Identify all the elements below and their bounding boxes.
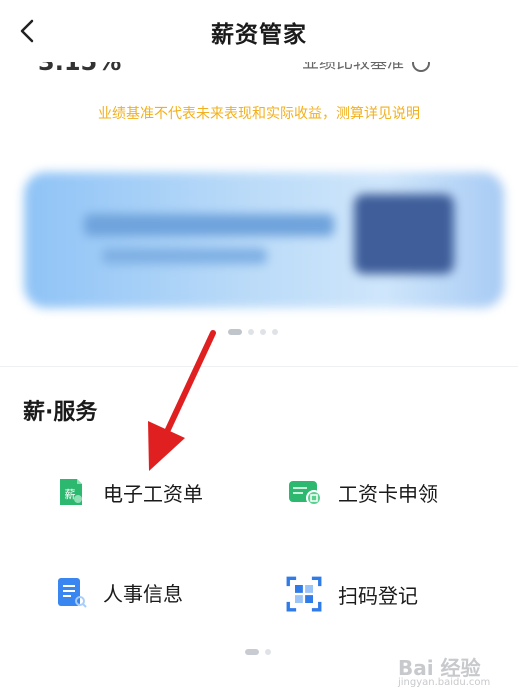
services-pagination: [245, 649, 271, 655]
page-title: 薪资管家: [211, 22, 307, 48]
service-label: 电子工资单: [103, 481, 203, 506]
pagination-dot-active: [245, 649, 259, 655]
personnel-document-icon: [58, 578, 87, 608]
service-payslip[interactable]: 薪 电子工资单: [55, 476, 203, 508]
service-label: 扫码登记: [338, 583, 418, 608]
disclaimer-text: 业绩基准不代表未来表现和实际收益，测算详见说明: [98, 106, 420, 122]
svg-text:薪: 薪: [65, 488, 76, 501]
service-salary-card[interactable]: 工资卡申领: [286, 476, 438, 508]
banner-image: [354, 194, 454, 274]
section-title: 薪·服务: [23, 400, 98, 425]
pagination-dot: [248, 329, 254, 335]
service-personnel-info[interactable]: 人事信息: [55, 576, 183, 608]
payslip-icon: 薪: [60, 479, 82, 505]
bank-card-icon: [289, 481, 322, 506]
banner-line: [84, 214, 334, 236]
pagination-dot: [272, 329, 278, 335]
pagination-dot: [265, 649, 271, 655]
banner-line: [102, 248, 267, 264]
pagination-dot-active: [228, 329, 242, 335]
watermark-url: jingyan.baidu.com: [398, 677, 491, 688]
service-label: 工资卡申领: [338, 481, 438, 506]
pagination-dot: [260, 329, 266, 335]
service-label: 人事信息: [103, 581, 183, 606]
service-scan-register[interactable]: 扫码登记: [286, 576, 418, 612]
promo-banner[interactable]: [24, 172, 504, 308]
top-bar: 薪资管家: [0, 0, 518, 62]
scan-qr-icon: [286, 576, 322, 612]
banner-pagination: [228, 329, 278, 335]
